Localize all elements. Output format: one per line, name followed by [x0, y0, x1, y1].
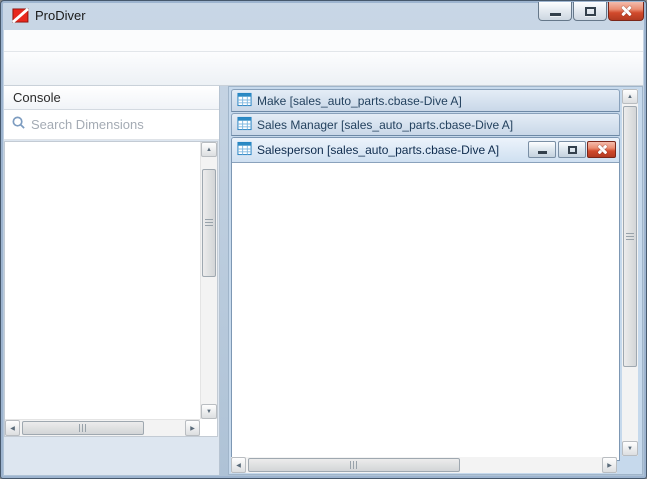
window-maximize-button[interactable] [558, 141, 586, 158]
minimize-icon [538, 151, 547, 154]
tree-vertical-scrollbar[interactable]: ▲ ▼ [200, 142, 217, 419]
console-panel: Console ▲ ▼ ◀ ▶ [4, 86, 220, 475]
search-input[interactable] [31, 117, 212, 132]
menu-bar [4, 30, 643, 52]
window-close-button[interactable] [587, 141, 616, 158]
tree-horizontal-scrollbar[interactable]: ◀ ▶ [5, 419, 200, 436]
window-salesperson-title: Salesperson [sales_auto_parts.cbase-Dive… [257, 143, 499, 157]
close-icon [596, 145, 607, 154]
table-window-icon [237, 141, 252, 159]
window-make-title: Make [sales_auto_parts.cbase-Dive A] [257, 94, 462, 108]
scroll-down-button[interactable]: ▼ [201, 404, 217, 419]
scroll-thumb[interactable] [623, 106, 637, 367]
table-window-icon [237, 116, 252, 134]
close-icon [619, 5, 633, 17]
dimension-tree: ▲ ▼ ◀ ▶ [4, 141, 218, 437]
minimize-button[interactable] [538, 2, 572, 21]
minimize-icon [550, 13, 561, 16]
search-box [4, 110, 219, 140]
scroll-thumb[interactable] [202, 169, 216, 277]
maximize-button[interactable] [573, 2, 607, 21]
tree-rows [5, 142, 200, 419]
scroll-down-button[interactable]: ▼ [622, 441, 638, 456]
mdi-horizontal-scrollbar[interactable]: ◀ ▶ [231, 457, 617, 473]
scroll-right-button[interactable]: ▶ [602, 457, 617, 473]
window-make-titlebar[interactable]: Make [sales_auto_parts.cbase-Dive A] [231, 89, 620, 112]
prodiver-application: ProDiver Console ▲ ▼ ◀ [0, 0, 647, 479]
search-icon [11, 115, 26, 135]
scroll-up-button[interactable]: ▲ [201, 142, 217, 157]
prodiver-logo-icon [12, 8, 29, 23]
window-sales-manager-titlebar[interactable]: Sales Manager [sales_auto_parts.cbase-Di… [231, 113, 620, 136]
application-window: ProDiver Console ▲ ▼ ◀ [0, 0, 647, 479]
maximize-icon [585, 7, 596, 16]
window-minimize-button[interactable] [528, 141, 556, 158]
window-sales-manager-title: Sales Manager [sales_auto_parts.cbase-Di… [257, 118, 513, 132]
scroll-thumb[interactable] [248, 458, 460, 472]
mdi-vertical-scrollbar[interactable]: ▲ ▼ [622, 89, 638, 456]
close-button[interactable] [608, 2, 644, 21]
scroll-right-button[interactable]: ▶ [185, 420, 200, 436]
maximize-icon [568, 146, 577, 154]
table-window-icon [237, 92, 252, 110]
window-salesperson: Salesperson [sales_auto_parts.cbase-Dive… [231, 137, 620, 461]
mdi-workspace: Make [sales_auto_parts.cbase-Dive A] Sal… [228, 86, 643, 475]
scroll-left-button[interactable]: ◀ [231, 457, 246, 473]
scroll-thumb[interactable] [22, 421, 144, 435]
console-panel-title: Console [4, 86, 219, 110]
window-title: ProDiver [35, 8, 86, 23]
scroll-up-button[interactable]: ▲ [622, 89, 638, 104]
scroll-left-button[interactable]: ◀ [5, 420, 20, 436]
dive-tab-bar [4, 444, 220, 475]
toolbar [4, 52, 643, 86]
salesperson-table-area [232, 163, 619, 460]
